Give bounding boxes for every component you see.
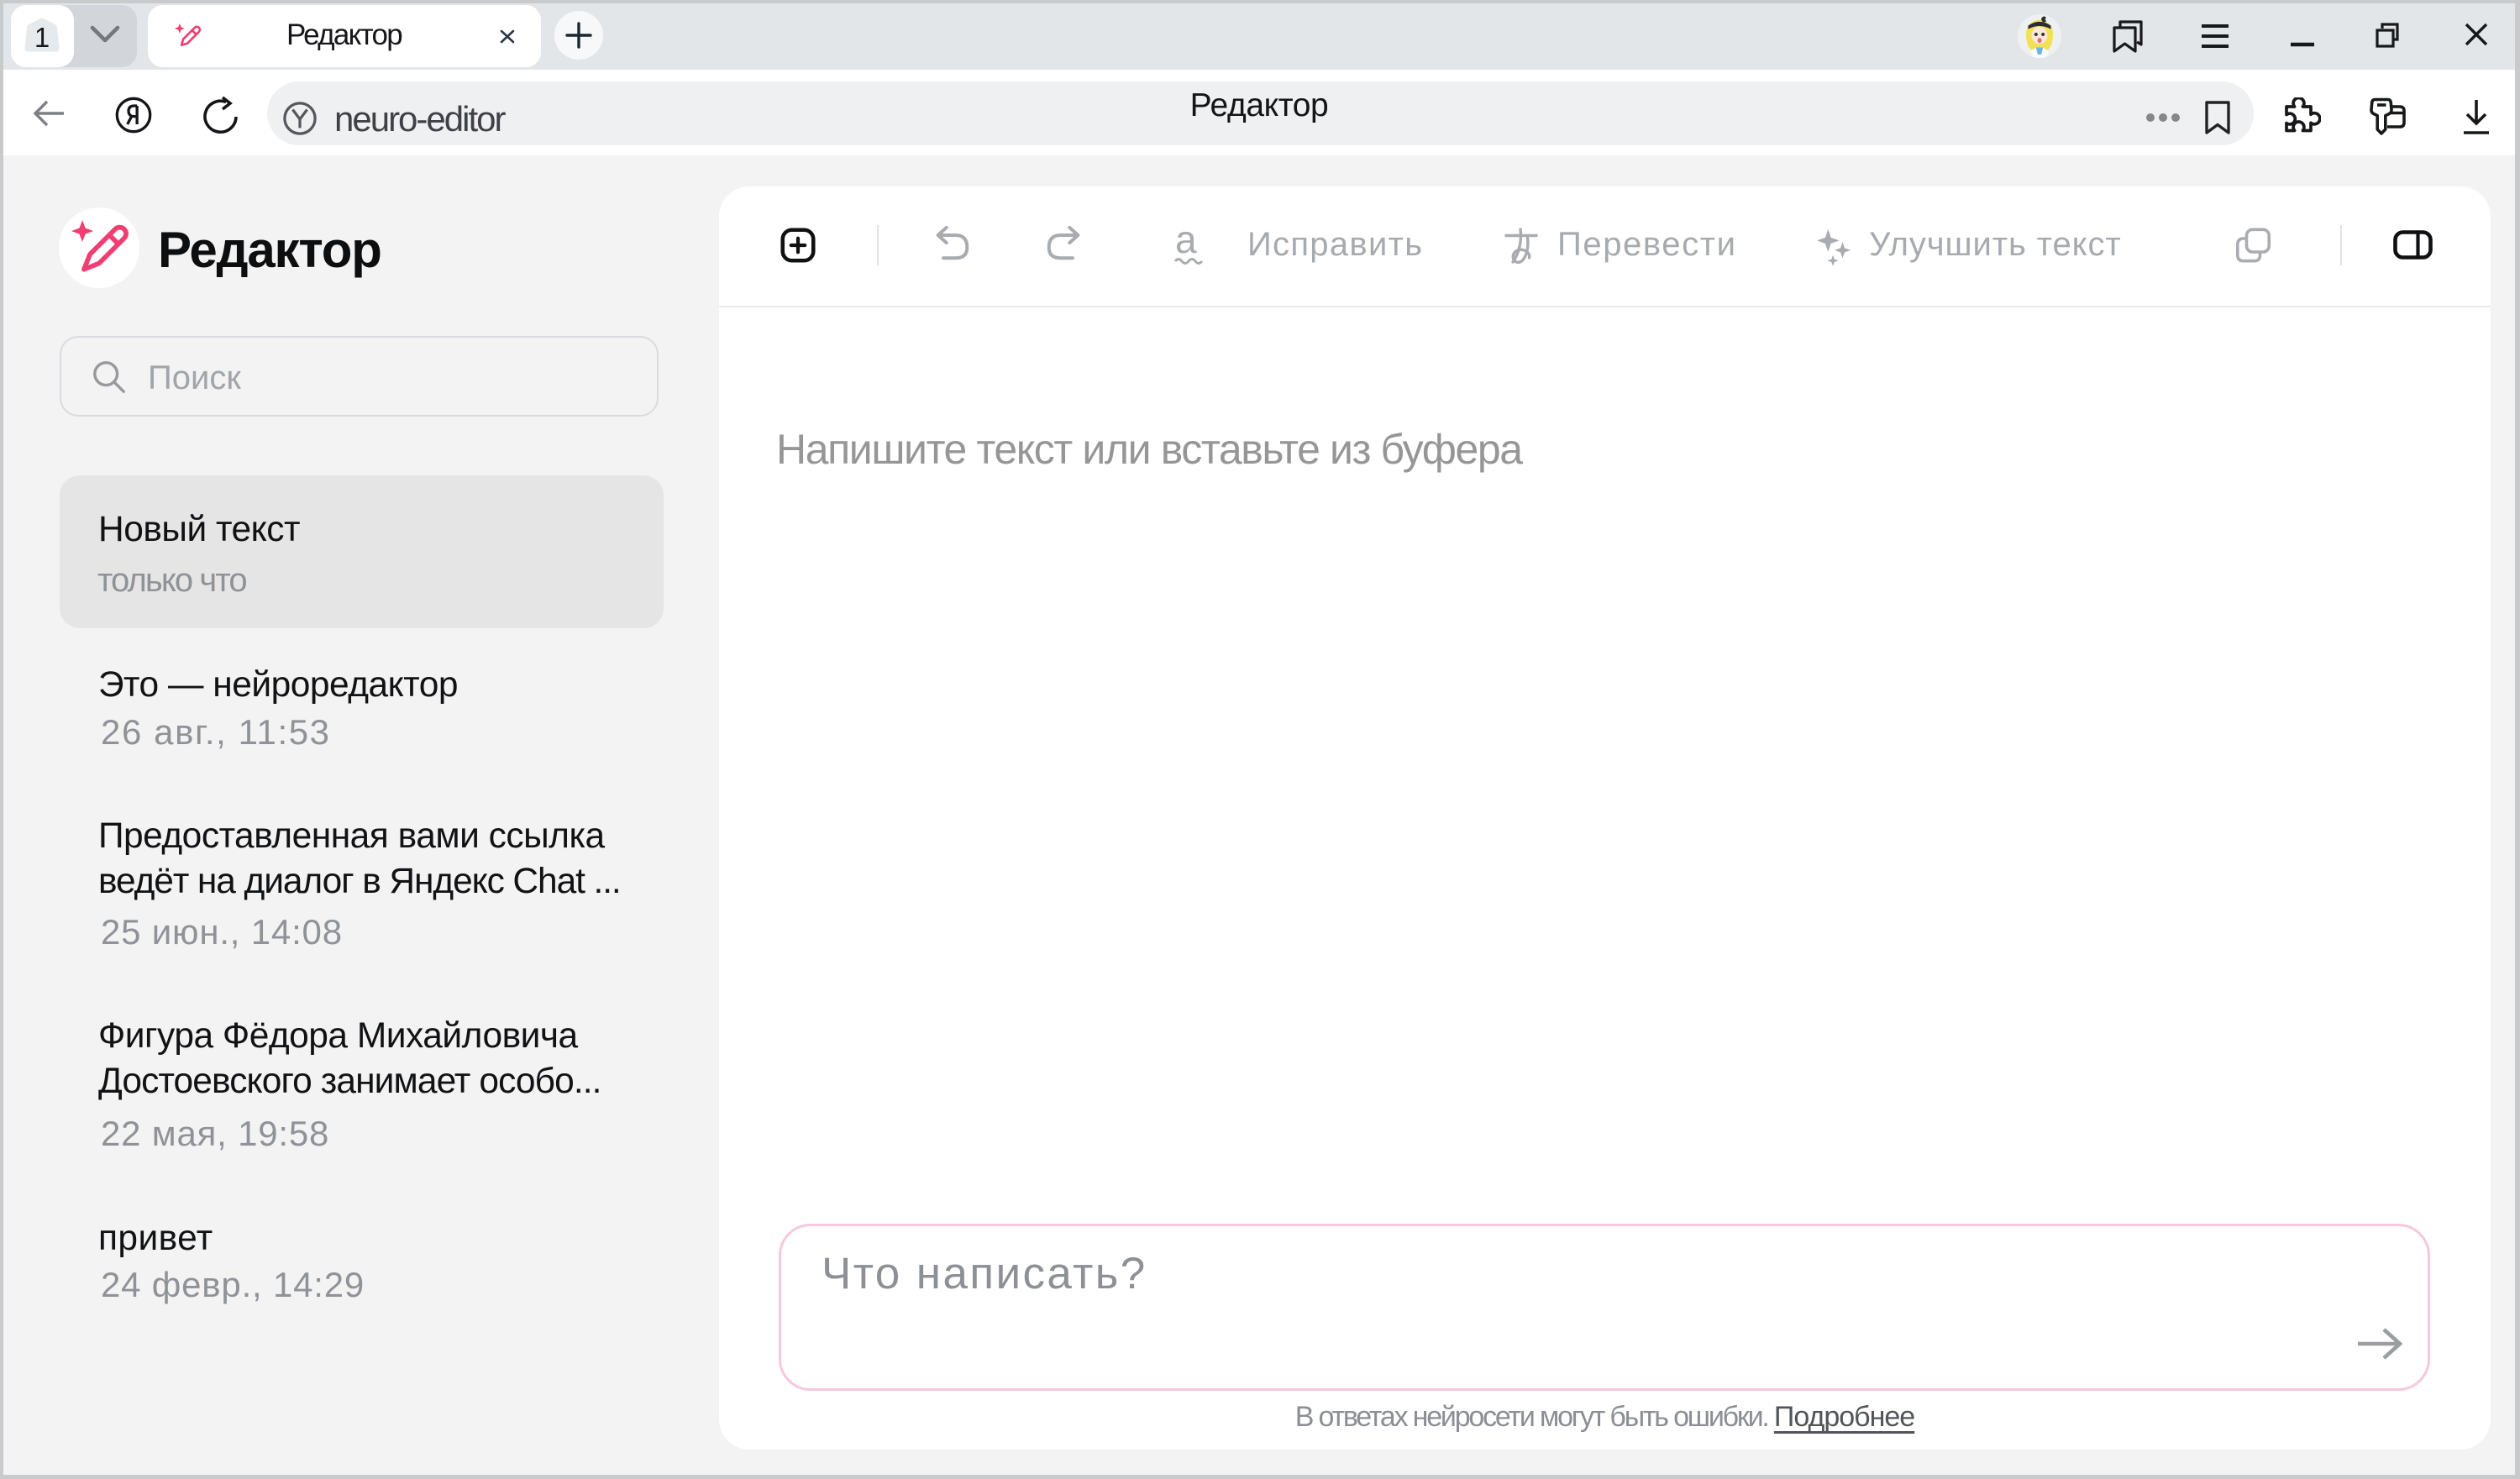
svg-text:a: a (1175, 222, 1197, 261)
